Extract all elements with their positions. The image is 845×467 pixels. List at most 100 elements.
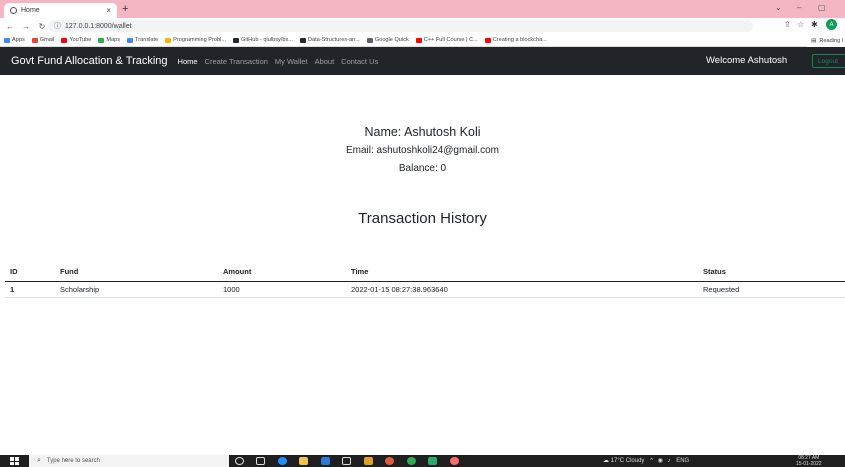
browser-toolbar: ← → ↻ ⓘ 127.0.0.1:8000/wallet ⇪ ☆ ✱	[0, 18, 845, 34]
bookmark-favicon-icon	[484, 37, 491, 43]
bookmark-label: YouTube	[69, 37, 92, 43]
bookmark-item[interactable]: Maps	[98, 37, 120, 43]
bookmark-label: Apps	[12, 37, 25, 43]
taskbar-search-input[interactable]: ⌕ Type here to search	[29, 455, 229, 467]
bookmarks-bar: Apps Gmail YouTube Maps Translate Programming…	[0, 34, 845, 47]
search-icon: ⌕	[37, 457, 41, 464]
app-navbar: Govt Fund Allocation & Tracking Home Cre…	[0, 47, 845, 75]
globe-icon	[10, 7, 17, 14]
extensions-icon[interactable]: ✱	[811, 20, 818, 29]
bookmark-item[interactable]: Creating a blockcha...	[484, 37, 547, 43]
browser-tabstrip: Home × + ⌄ – ▢	[0, 0, 845, 18]
reading-list-label: Reading l	[819, 37, 843, 44]
minimize-icon[interactable]: –	[797, 3, 801, 12]
language-indicator[interactable]: ENG	[676, 458, 689, 464]
bookmark-star-icon[interactable]: ☆	[797, 20, 804, 29]
screen: Home × + ⌄ – ▢ ← → ↻ ⓘ 127.0.0.1:8000/wa…	[0, 0, 845, 467]
chrome-active-icon[interactable]	[450, 457, 459, 465]
reload-icon[interactable]: ↻	[36, 22, 48, 31]
bookmark-label: Programming Probl...	[173, 37, 227, 43]
bookmark-favicon-icon	[4, 37, 10, 43]
edge-icon[interactable]	[278, 457, 287, 465]
nav-contact-us[interactable]: Contact Us	[341, 57, 378, 66]
logout-button[interactable]: Logout	[812, 54, 845, 68]
table-row: 1 Scholarship 1000 2022-01-15 08:27:38.9…	[5, 281, 845, 298]
bookmark-item[interactable]: Gmail	[31, 37, 55, 43]
weather-text[interactable]: 17°C Cloudy	[611, 458, 645, 464]
system-tray: ☁ 17°C Cloudy ^ ◉ ♪ ENG	[603, 457, 689, 464]
column-header-fund: Fund	[55, 262, 218, 282]
cell-amount: 1000	[218, 281, 346, 298]
chevron-down-icon[interactable]: ⌄	[775, 3, 782, 12]
nav-create-transaction[interactable]: Create Transaction	[205, 57, 268, 66]
windows-start-icon[interactable]	[10, 457, 19, 465]
info-icon[interactable]: ⓘ	[54, 21, 61, 31]
bookmark-item[interactable]: Google Quick	[366, 37, 409, 43]
bookmark-favicon-icon	[415, 37, 422, 43]
forward-icon[interactable]: →	[20, 22, 32, 31]
taskbar-clock[interactable]: 08:27 AM 15-01-2022	[796, 455, 822, 467]
windows-taskbar: ⌕ Type here to search ☁ 17°C Cloudy ^ ◉ …	[0, 455, 845, 467]
nav-about[interactable]: About	[315, 57, 335, 66]
close-tab-icon[interactable]: ×	[106, 6, 111, 15]
bookmark-label: Translate	[135, 37, 159, 43]
profile-avatar[interactable]: A	[826, 19, 837, 30]
file-explorer-icon[interactable]	[299, 457, 308, 465]
cell-id: 1	[5, 281, 55, 298]
bookmark-favicon-icon	[299, 37, 306, 43]
tray-chevron-icon[interactable]: ^	[650, 458, 653, 464]
task-view-icon[interactable]	[256, 457, 265, 465]
cell-time: 2022-01-15 08:27:38.963640	[346, 281, 698, 298]
back-icon[interactable]: ←	[4, 22, 16, 31]
bookmark-label: Gmail	[39, 37, 55, 43]
bookmark-favicon-icon	[366, 37, 373, 43]
navbar-brand[interactable]: Govt Fund Allocation & Tracking	[11, 55, 168, 67]
reading-list-button[interactable]: ▤ Reading l	[807, 34, 845, 47]
column-header-status: Status	[698, 262, 845, 282]
bookmark-label: C++ Full Course | C...	[423, 37, 478, 43]
bookmark-item[interactable]: YouTube	[61, 37, 91, 43]
bookmark-item[interactable]: Data-Structures-an...	[299, 37, 360, 43]
cell-fund: Scholarship	[55, 281, 218, 298]
bookmark-item[interactable]: Translate	[127, 37, 158, 43]
bookmark-favicon-icon	[61, 37, 68, 43]
bookmark-favicon-icon	[127, 37, 134, 43]
profile-name: Name: Ashutosh Koli	[364, 125, 481, 139]
share-icon[interactable]: ⇪	[784, 20, 791, 29]
bookmark-label: Google Quick	[374, 37, 409, 43]
store-icon[interactable]	[321, 457, 330, 465]
bookmark-label: Creating a blockcha...	[492, 37, 547, 43]
chrome-icon[interactable]	[407, 457, 416, 465]
bookmark-item[interactable]: C++ Full Course | C...	[415, 37, 478, 43]
bookmark-item[interactable]: Apps	[4, 37, 25, 43]
app-icon-red[interactable]	[385, 457, 394, 465]
bookmark-favicon-icon	[165, 37, 172, 43]
terminal-icon[interactable]	[428, 457, 437, 465]
cortana-icon[interactable]	[235, 457, 244, 465]
speaker-icon[interactable]: ♪	[668, 458, 671, 464]
network-icon[interactable]: ◉	[658, 458, 663, 464]
maximize-icon[interactable]: ▢	[818, 3, 826, 12]
cell-status: Requested	[698, 281, 845, 298]
address-bar[interactable]: ⓘ 127.0.0.1:8000/wallet	[48, 20, 753, 32]
tab-title: Home	[21, 7, 40, 14]
nav-my-wallet[interactable]: My Wallet	[275, 57, 308, 66]
app-icon[interactable]	[364, 457, 373, 465]
column-header-time: Time	[346, 262, 698, 282]
bookmark-item[interactable]: GitHub - qiulbsy/bs...	[233, 37, 293, 43]
column-header-amount: Amount	[218, 262, 346, 282]
new-tab-button[interactable]: +	[122, 3, 128, 15]
reading-list-icon: ▤	[811, 37, 817, 44]
browser-tab[interactable]: Home ×	[4, 3, 117, 18]
address-url: 127.0.0.1:8000/wallet	[65, 22, 132, 30]
taskbar-search-placeholder: Type here to search	[46, 458, 100, 464]
column-header-id: ID	[5, 262, 55, 282]
profile-balance: Balance: 0	[398, 163, 447, 174]
bookmark-item[interactable]: Programming Probl...	[165, 37, 226, 43]
welcome-text: Welcome Ashutosh	[706, 55, 788, 66]
bookmark-label: Maps	[106, 37, 121, 43]
mail-icon[interactable]	[342, 457, 351, 465]
bookmark-favicon-icon	[31, 37, 38, 43]
profile-email: Email: ashutoshkoli24@gmail.com	[346, 145, 499, 156]
nav-home[interactable]: Home	[178, 57, 198, 66]
